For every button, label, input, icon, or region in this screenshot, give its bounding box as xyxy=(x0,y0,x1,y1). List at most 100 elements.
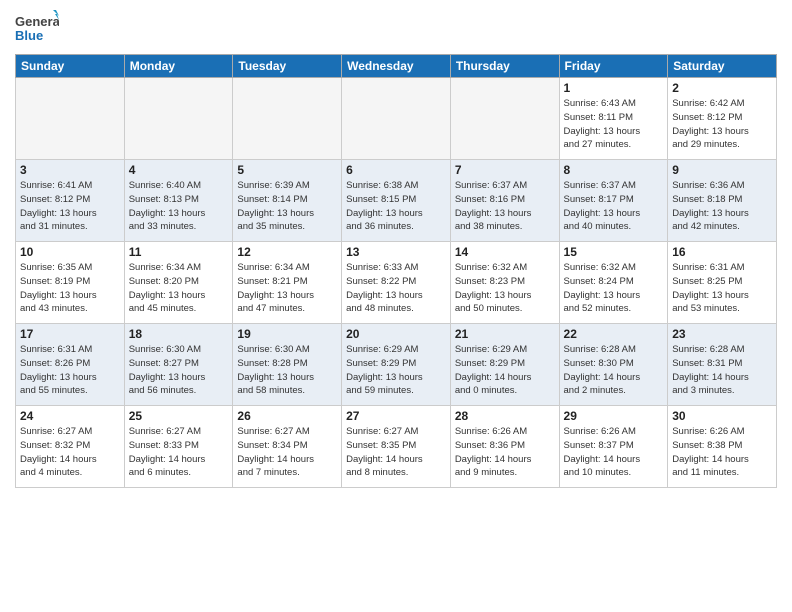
calendar-cell: 29Sunrise: 6:26 AMSunset: 8:37 PMDayligh… xyxy=(559,406,668,488)
day-number: 7 xyxy=(455,163,555,177)
day-number: 24 xyxy=(20,409,120,423)
day-number: 27 xyxy=(346,409,446,423)
page: General Blue SundayMondayTuesdayWednesda… xyxy=(0,0,792,612)
calendar-cell: 10 Sunrise: 6:35 AMSunset: 8:19 PMDayligh… xyxy=(16,242,125,324)
day-number: 30 xyxy=(672,409,772,423)
day-number: 15 xyxy=(564,245,664,259)
calendar-cell: 16Sunrise: 6:31 AMSunset: 8:25 PMDayligh… xyxy=(668,242,777,324)
calendar-week-5: 24 Sunrise: 6:27 AMSunset: 8:32 PMDayligh… xyxy=(16,406,777,488)
logo-svg: General Blue xyxy=(15,10,59,48)
calendar-cell: 3Sunrise: 6:41 AMSunset: 8:12 PMDaylight… xyxy=(16,160,125,242)
calendar-cell: 11 Sunrise: 6:34 AMSunset: 8:20 PMDayligh… xyxy=(124,242,233,324)
calendar-cell: 19Sunrise: 6:30 AMSunset: 8:28 PMDayligh… xyxy=(233,324,342,406)
calendar-cell: 24 Sunrise: 6:27 AMSunset: 8:32 PMDayligh… xyxy=(16,406,125,488)
cell-info: Sunrise: 6:27 AMSunset: 8:35 PMDaylight:… xyxy=(346,425,446,480)
calendar-week-2: 3Sunrise: 6:41 AMSunset: 8:12 PMDaylight… xyxy=(16,160,777,242)
day-number: 10 xyxy=(20,245,120,259)
day-number: 5 xyxy=(237,163,337,177)
header-cell-sunday: Sunday xyxy=(16,55,125,78)
day-number: 8 xyxy=(564,163,664,177)
cell-info: Sunrise: 6:36 AMSunset: 8:18 PMDaylight:… xyxy=(672,179,772,234)
cell-info: Sunrise: 6:39 AMSunset: 8:14 PMDaylight:… xyxy=(237,179,337,234)
header-cell-friday: Friday xyxy=(559,55,668,78)
header-cell-saturday: Saturday xyxy=(668,55,777,78)
cell-info: Sunrise: 6:42 AMSunset: 8:12 PMDaylight:… xyxy=(672,97,772,152)
day-number: 1 xyxy=(564,81,664,95)
calendar-cell: 4 Sunrise: 6:40 AMSunset: 8:13 PMDaylight… xyxy=(124,160,233,242)
cell-info: Sunrise: 6:38 AMSunset: 8:15 PMDaylight:… xyxy=(346,179,446,234)
cell-info: Sunrise: 6:33 AMSunset: 8:22 PMDaylight:… xyxy=(346,261,446,316)
day-number: 3 xyxy=(20,163,120,177)
header-cell-wednesday: Wednesday xyxy=(342,55,451,78)
cell-info: Sunrise: 6:27 AMSunset: 8:32 PMDaylight:… xyxy=(20,425,120,480)
cell-info: Sunrise: 6:28 AMSunset: 8:31 PMDaylight:… xyxy=(672,343,772,398)
calendar-cell: 20 Sunrise: 6:29 AMSunset: 8:29 PMDayligh… xyxy=(342,324,451,406)
calendar-cell xyxy=(450,78,559,160)
header-cell-tuesday: Tuesday xyxy=(233,55,342,78)
cell-info: Sunrise: 6:27 AMSunset: 8:34 PMDaylight:… xyxy=(237,425,337,480)
cell-info: Sunrise: 6:32 AMSunset: 8:24 PMDaylight:… xyxy=(564,261,664,316)
day-number: 20 xyxy=(346,327,446,341)
calendar-cell: 15 Sunrise: 6:32 AMSunset: 8:24 PMDayligh… xyxy=(559,242,668,324)
logo: General Blue xyxy=(15,10,59,48)
day-number: 28 xyxy=(455,409,555,423)
calendar-cell: 17 Sunrise: 6:31 AMSunset: 8:26 PMDayligh… xyxy=(16,324,125,406)
day-number: 22 xyxy=(564,327,664,341)
calendar-cell: 18Sunrise: 6:30 AMSunset: 8:27 PMDayligh… xyxy=(124,324,233,406)
cell-info: Sunrise: 6:37 AMSunset: 8:17 PMDaylight:… xyxy=(564,179,664,234)
calendar-cell: 7 Sunrise: 6:37 AMSunset: 8:16 PMDaylight… xyxy=(450,160,559,242)
day-number: 23 xyxy=(672,327,772,341)
calendar-cell: 22 Sunrise: 6:28 AMSunset: 8:30 PMDayligh… xyxy=(559,324,668,406)
calendar-table: SundayMondayTuesdayWednesdayThursdayFrid… xyxy=(15,54,777,488)
calendar-cell: 21Sunrise: 6:29 AMSunset: 8:29 PMDayligh… xyxy=(450,324,559,406)
day-number: 29 xyxy=(564,409,664,423)
cell-info: Sunrise: 6:31 AMSunset: 8:26 PMDaylight:… xyxy=(20,343,120,398)
cell-info: Sunrise: 6:26 AMSunset: 8:38 PMDaylight:… xyxy=(672,425,772,480)
cell-info: Sunrise: 6:34 AMSunset: 8:21 PMDaylight:… xyxy=(237,261,337,316)
day-number: 4 xyxy=(129,163,229,177)
calendar-cell xyxy=(233,78,342,160)
calendar-cell: 28 Sunrise: 6:26 AMSunset: 8:36 PMDayligh… xyxy=(450,406,559,488)
calendar-week-3: 10 Sunrise: 6:35 AMSunset: 8:19 PMDayligh… xyxy=(16,242,777,324)
calendar-body: 1 Sunrise: 6:43 AMSunset: 8:11 PMDaylight… xyxy=(16,78,777,488)
calendar-cell: 26Sunrise: 6:27 AMSunset: 8:34 PMDayligh… xyxy=(233,406,342,488)
header: General Blue xyxy=(15,10,777,48)
day-number: 17 xyxy=(20,327,120,341)
day-number: 16 xyxy=(672,245,772,259)
calendar-cell: 14Sunrise: 6:32 AMSunset: 8:23 PMDayligh… xyxy=(450,242,559,324)
calendar-cell: 25Sunrise: 6:27 AMSunset: 8:33 PMDayligh… xyxy=(124,406,233,488)
calendar-cell: 9 Sunrise: 6:36 AMSunset: 8:18 PMDaylight… xyxy=(668,160,777,242)
cell-info: Sunrise: 6:32 AMSunset: 8:23 PMDaylight:… xyxy=(455,261,555,316)
header-cell-monday: Monday xyxy=(124,55,233,78)
calendar-week-4: 17 Sunrise: 6:31 AMSunset: 8:26 PMDayligh… xyxy=(16,324,777,406)
calendar-cell: 6 Sunrise: 6:38 AMSunset: 8:15 PMDaylight… xyxy=(342,160,451,242)
calendar-cell: 30 Sunrise: 6:26 AMSunset: 8:38 PMDayligh… xyxy=(668,406,777,488)
day-number: 2 xyxy=(672,81,772,95)
day-number: 6 xyxy=(346,163,446,177)
cell-info: Sunrise: 6:26 AMSunset: 8:36 PMDaylight:… xyxy=(455,425,555,480)
svg-text:Blue: Blue xyxy=(15,28,43,43)
calendar-cell xyxy=(342,78,451,160)
calendar-header-row: SundayMondayTuesdayWednesdayThursdayFrid… xyxy=(16,55,777,78)
cell-info: Sunrise: 6:34 AMSunset: 8:20 PMDaylight:… xyxy=(129,261,229,316)
day-number: 18 xyxy=(129,327,229,341)
calendar-week-1: 1 Sunrise: 6:43 AMSunset: 8:11 PMDaylight… xyxy=(16,78,777,160)
cell-info: Sunrise: 6:28 AMSunset: 8:30 PMDaylight:… xyxy=(564,343,664,398)
cell-info: Sunrise: 6:37 AMSunset: 8:16 PMDaylight:… xyxy=(455,179,555,234)
calendar-cell: 2 Sunrise: 6:42 AMSunset: 8:12 PMDaylight… xyxy=(668,78,777,160)
header-cell-thursday: Thursday xyxy=(450,55,559,78)
cell-info: Sunrise: 6:40 AMSunset: 8:13 PMDaylight:… xyxy=(129,179,229,234)
calendar-cell: 12Sunrise: 6:34 AMSunset: 8:21 PMDayligh… xyxy=(233,242,342,324)
cell-info: Sunrise: 6:35 AMSunset: 8:19 PMDaylight:… xyxy=(20,261,120,316)
calendar-cell: 13Sunrise: 6:33 AMSunset: 8:22 PMDayligh… xyxy=(342,242,451,324)
cell-info: Sunrise: 6:30 AMSunset: 8:28 PMDaylight:… xyxy=(237,343,337,398)
calendar-cell: 8 Sunrise: 6:37 AMSunset: 8:17 PMDaylight… xyxy=(559,160,668,242)
day-number: 11 xyxy=(129,245,229,259)
cell-info: Sunrise: 6:29 AMSunset: 8:29 PMDaylight:… xyxy=(346,343,446,398)
logo-container: General Blue xyxy=(15,10,59,48)
calendar-cell: 5 Sunrise: 6:39 AMSunset: 8:14 PMDaylight… xyxy=(233,160,342,242)
calendar-cell: 1 Sunrise: 6:43 AMSunset: 8:11 PMDaylight… xyxy=(559,78,668,160)
day-number: 9 xyxy=(672,163,772,177)
cell-info: Sunrise: 6:43 AMSunset: 8:11 PMDaylight:… xyxy=(564,97,664,152)
cell-info: Sunrise: 6:29 AMSunset: 8:29 PMDaylight:… xyxy=(455,343,555,398)
